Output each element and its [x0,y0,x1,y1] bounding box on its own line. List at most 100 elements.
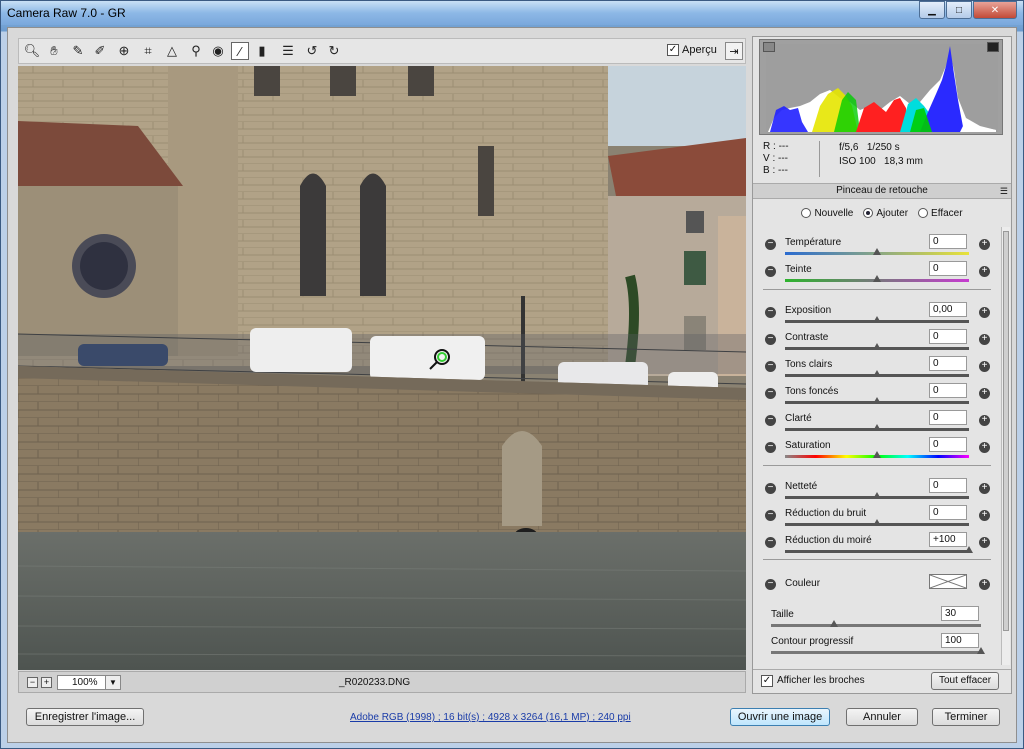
slider-value-field[interactable]: 0 [929,356,967,371]
highlight-clipping-icon[interactable] [987,42,999,52]
mode-erase-option[interactable]: Effacer [918,208,963,219]
slider-thumb[interactable] [873,370,881,377]
brush-value-field[interactable]: 100 [941,633,979,648]
slider-value-field[interactable]: 0 [929,329,967,344]
close-icon[interactable]: ✕ [973,1,1017,19]
brush-slider-thumb[interactable] [830,620,838,627]
hand-icon[interactable]: ✋︎ [45,42,63,60]
straighten-icon[interactable]: △ [163,42,181,60]
minus-icon[interactable]: − [765,388,776,399]
slider-value-field[interactable]: 0 [929,478,967,493]
zoom-in-icon[interactable]: + [41,677,52,688]
minus-icon[interactable]: − [765,334,776,345]
slider-thumb[interactable] [873,492,881,499]
plus-icon[interactable]: + [979,334,990,345]
scrollbar-thumb[interactable] [1003,231,1009,631]
minus-icon[interactable]: − [765,579,776,590]
slider-thumb[interactable] [873,451,881,458]
color-swatch[interactable] [929,574,967,589]
slider-thumb[interactable] [873,343,881,350]
title-bar[interactable]: Camera Raw 7.0 - GR ▁ □ ✕ [1,1,1023,25]
targeted-adjust-icon[interactable]: ⊕ [115,42,133,60]
graduated-filter-icon[interactable]: ▮ [253,42,271,60]
slider-thumb[interactable] [873,519,881,526]
slider-thumb[interactable] [873,275,881,282]
slider-value-field[interactable]: 0 [929,505,967,520]
white-balance-icon[interactable]: ✎ [69,42,87,60]
brush-slider-thumb[interactable] [977,647,985,654]
image-preview[interactable] [18,66,746,670]
minus-icon[interactable]: − [765,415,776,426]
plus-icon[interactable]: + [979,510,990,521]
minus-icon[interactable]: − [765,483,776,494]
save-image-button[interactable]: Enregistrer l'image... [26,708,144,726]
rotate-right-icon[interactable]: ↻ [325,42,343,60]
plus-icon[interactable]: + [979,579,990,590]
spot-removal-icon[interactable]: ⚲ [187,42,205,60]
radio-icon[interactable] [918,207,929,218]
plus-icon[interactable]: + [979,266,990,277]
preview-toggle[interactable]: ✓ Aperçu [667,44,717,56]
slider-value-field[interactable]: 0 [929,437,967,452]
brush-value-field[interactable]: 30 [941,606,979,621]
slider-value-field[interactable]: +100 [929,532,967,547]
slider-value-field[interactable]: 0 [929,261,967,276]
mode-add-option[interactable]: Ajouter [863,208,908,219]
preferences-icon[interactable]: ☰ [279,42,297,60]
slider-value-field[interactable]: 0 [929,234,967,249]
zoom-out-icon[interactable]: − [27,677,38,688]
plus-icon[interactable]: + [979,388,990,399]
radio-icon[interactable] [801,207,812,218]
crop-icon[interactable]: ⌗ [139,42,157,60]
minimize-icon[interactable]: ▁ [919,1,945,19]
minus-icon[interactable]: − [765,510,776,521]
minus-icon[interactable]: − [765,307,776,318]
minus-icon[interactable]: − [765,442,776,453]
plus-icon[interactable]: + [979,442,990,453]
rotate-left-icon[interactable]: ↺ [303,42,321,60]
adjustment-brush-icon[interactable]: ⁄ [231,42,249,60]
radio-selected-icon[interactable] [863,207,874,218]
clear-all-button[interactable]: Tout effacer [931,672,999,690]
cancel-button[interactable]: Annuler [846,708,918,726]
plus-icon[interactable]: + [979,361,990,372]
red-eye-icon[interactable]: ◉ [209,42,227,60]
plus-icon[interactable]: + [979,415,990,426]
maximize-icon[interactable]: □ [946,1,972,19]
plus-icon[interactable]: + [979,483,990,494]
zoom-icon[interactable]: 🔍︎ [23,42,41,60]
aperture-value: f/5,6 [839,142,859,153]
shadow-clipping-icon[interactable] [763,42,775,52]
plus-icon[interactable]: + [979,537,990,548]
slider-thumb[interactable] [873,248,881,255]
brush-slider-track[interactable] [771,624,981,627]
minus-icon[interactable]: − [765,239,776,250]
photo-canvas[interactable] [18,66,746,670]
panel-menu-icon[interactable]: ☰ [1000,184,1008,198]
show-pins-checkbox[interactable]: ✓ [761,675,773,687]
plus-icon[interactable]: + [979,307,990,318]
open-image-button[interactable]: Ouvrir une image [730,708,830,726]
minus-icon[interactable]: − [765,266,776,277]
slider-thumb[interactable] [873,397,881,404]
slider-value-field[interactable]: 0 [929,410,967,425]
slider-thumb[interactable] [965,546,973,553]
color-sampler-icon[interactable]: ✐ [91,42,109,60]
workflow-options-link[interactable]: Adobe RGB (1998) ; 16 bit(s) ; 4928 x 32… [350,712,631,723]
panel-scrollbar[interactable] [1001,227,1010,665]
minus-icon[interactable]: − [765,361,776,372]
slider-value-field[interactable]: 0,00 [929,302,967,317]
slider-value-field[interactable]: 0 [929,383,967,398]
mode-new-option[interactable]: Nouvelle [801,208,853,219]
brush-slider-track[interactable] [771,651,981,654]
slider-thumb[interactable] [873,424,881,431]
minus-icon[interactable]: − [765,537,776,548]
done-button[interactable]: Terminer [932,708,1000,726]
slider-thumb[interactable] [873,316,881,323]
slider-track[interactable] [785,550,969,553]
preview-checkbox[interactable]: ✓ [667,44,679,56]
fullscreen-icon[interactable]: ⇥ [725,42,743,60]
slider-label: Réduction du moiré [785,535,872,546]
chevron-down-icon[interactable]: ▼ [105,675,121,690]
plus-icon[interactable]: + [979,239,990,250]
